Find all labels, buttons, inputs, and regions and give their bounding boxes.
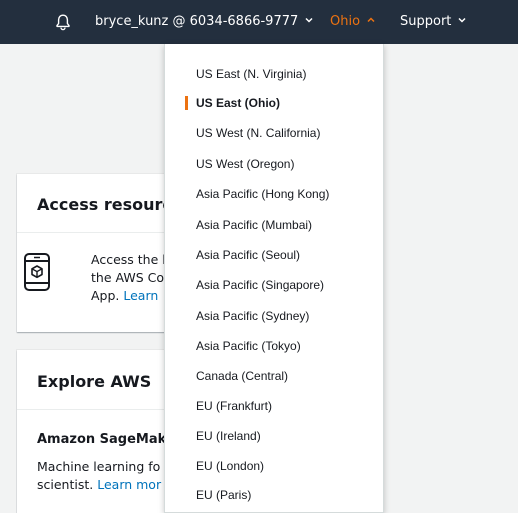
explore-text-line-1: Machine learning fo bbox=[37, 459, 161, 474]
region-option[interactable]: EU (Paris) bbox=[196, 485, 251, 505]
chevron-up-icon bbox=[367, 17, 375, 23]
access-resources-title: Access resource bbox=[37, 195, 183, 214]
region-option-selected[interactable]: US East (Ohio) bbox=[196, 93, 280, 113]
region-option[interactable]: EU (Ireland) bbox=[196, 426, 261, 446]
region-menu[interactable]: Ohio bbox=[330, 0, 375, 44]
support-label: Support bbox=[400, 14, 452, 29]
top-navigation-bar: bryce_kunz @ 6034-6866-9777 Ohio Support bbox=[0, 0, 518, 44]
chevron-down-icon bbox=[305, 17, 313, 23]
explore-learn-link[interactable]: Learn mor bbox=[97, 477, 161, 492]
region-option[interactable]: Asia Pacific (Hong Kong) bbox=[196, 184, 329, 204]
region-option[interactable]: Asia Pacific (Singapore) bbox=[196, 275, 324, 295]
region-option[interactable]: US East (N. Virginia) bbox=[196, 64, 306, 84]
explore-aws-title: Explore AWS bbox=[37, 372, 152, 391]
region-option[interactable]: EU (London) bbox=[196, 456, 264, 476]
region-dropdown: US East (N. Virginia) US East (Ohio) US … bbox=[164, 44, 384, 513]
region-option[interactable]: EU (Frankfurt) bbox=[196, 396, 272, 416]
explore-text-line-2-start: scientist. bbox=[37, 477, 98, 492]
region-option[interactable]: US West (N. California) bbox=[196, 123, 320, 143]
bell-icon[interactable] bbox=[54, 13, 72, 31]
chevron-down-icon bbox=[458, 17, 466, 23]
access-text-line-1: Access the l bbox=[91, 252, 166, 267]
access-learn-link[interactable]: Learn bbox=[123, 288, 158, 303]
region-option[interactable]: Asia Pacific (Seoul) bbox=[196, 245, 300, 265]
account-label: bryce_kunz @ 6034-6866-9777 bbox=[95, 14, 299, 29]
selected-indicator bbox=[185, 96, 188, 110]
account-menu[interactable]: bryce_kunz @ 6034-6866-9777 bbox=[95, 0, 313, 44]
region-option[interactable]: Canada (Central) bbox=[196, 366, 288, 386]
access-text-line-3: App. Learn bbox=[91, 287, 158, 305]
explore-text-line-2: scientist. Learn mor bbox=[37, 476, 161, 494]
support-menu[interactable]: Support bbox=[400, 0, 466, 44]
region-option[interactable]: US West (Oregon) bbox=[196, 154, 294, 174]
region-label: Ohio bbox=[330, 14, 361, 29]
sagemaker-title[interactable]: Amazon SageMak bbox=[37, 431, 166, 449]
region-option[interactable]: Asia Pacific (Mumbai) bbox=[196, 215, 312, 235]
mobile-app-icon bbox=[24, 253, 50, 291]
region-option[interactable]: Asia Pacific (Sydney) bbox=[196, 306, 309, 326]
access-text-line-3-start: App. bbox=[91, 288, 124, 303]
access-text-line-2: the AWS Co bbox=[91, 270, 164, 285]
region-option[interactable]: Asia Pacific (Tokyo) bbox=[196, 336, 301, 356]
